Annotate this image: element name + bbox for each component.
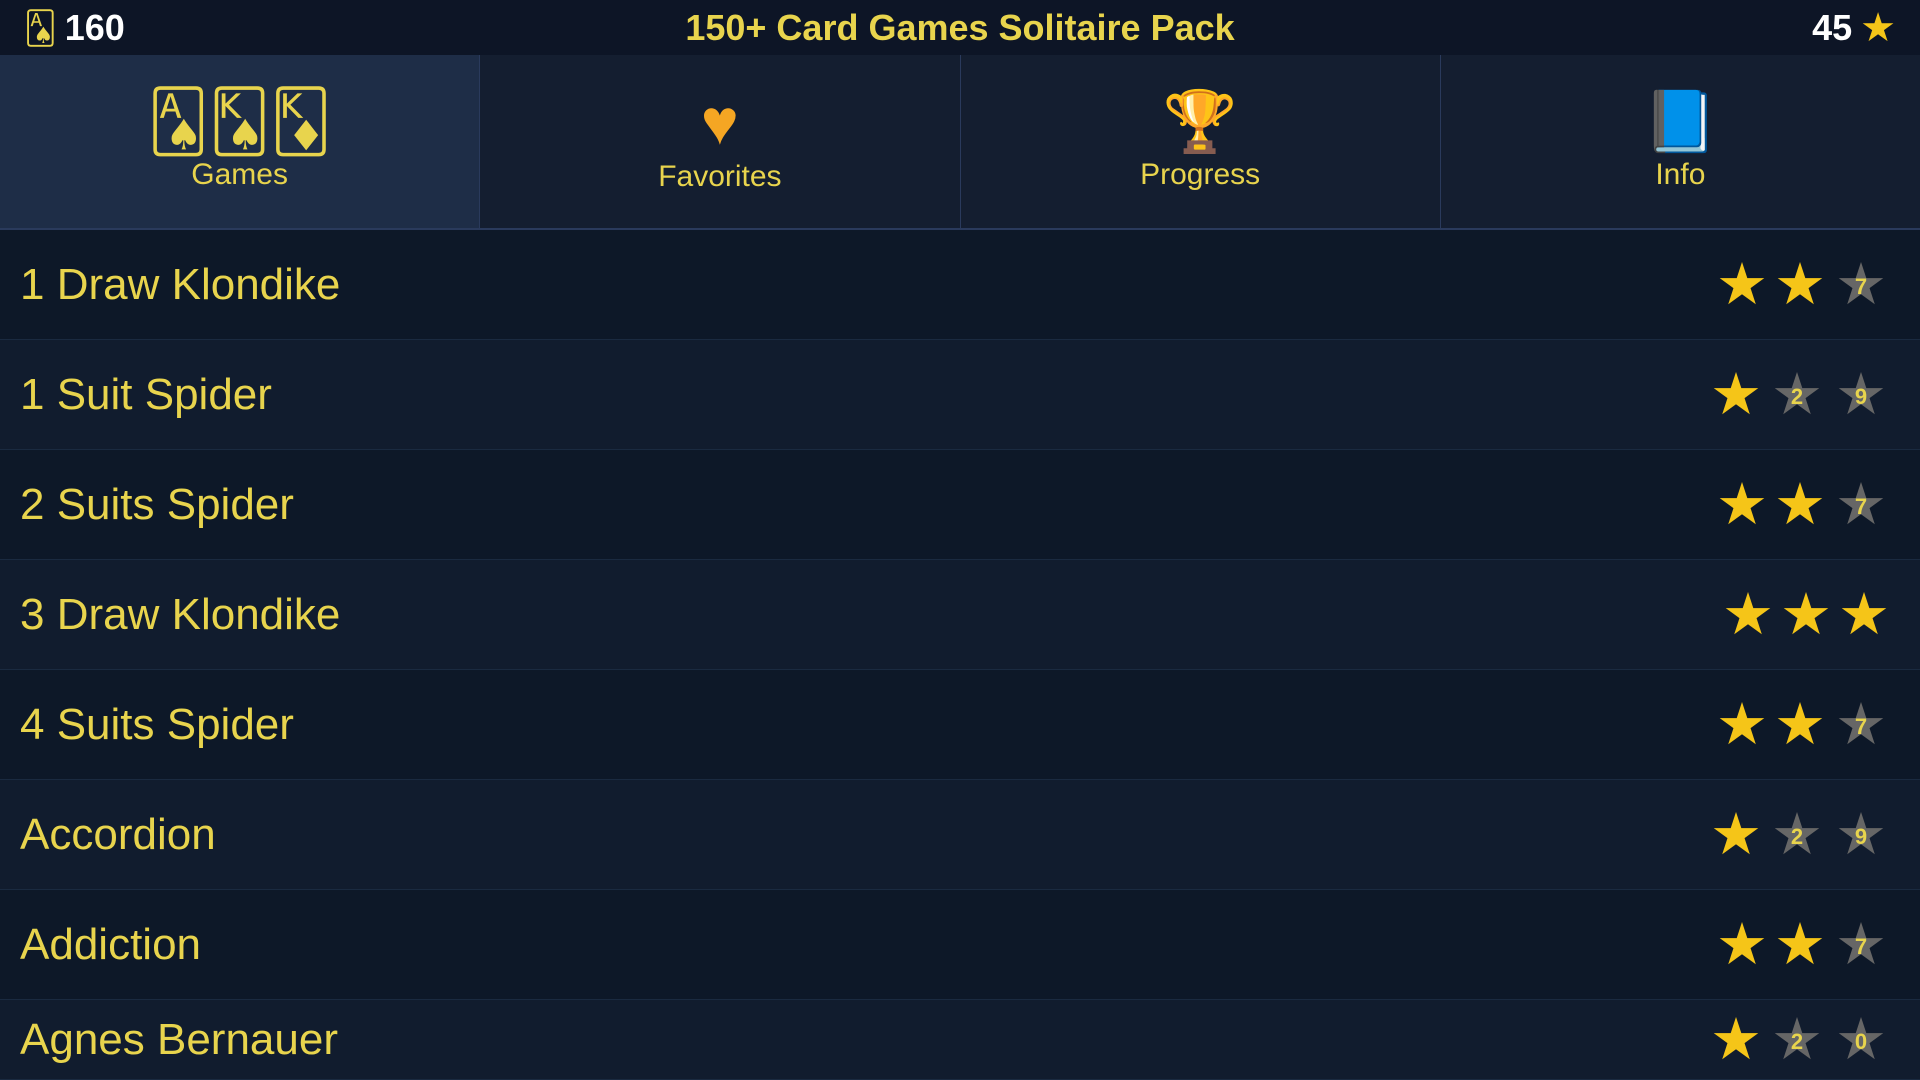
game-name: 1 Suit Spider xyxy=(20,370,272,420)
tab-games[interactable]: 🂡🂮🃎 Games xyxy=(0,55,479,228)
tab-info[interactable]: 📘 Info xyxy=(1440,55,1920,228)
game-name: Agnes Bernauer xyxy=(20,1015,338,1065)
star-3-badge: ★ 7 xyxy=(1832,256,1890,314)
star-3-badge: ★ 9 xyxy=(1832,366,1890,424)
app-title: 150+ Card Games Solitaire Pack xyxy=(184,7,1736,49)
star-3-badge: ★ 9 xyxy=(1832,806,1890,864)
star-2-badge: ★ 2 xyxy=(1768,1011,1826,1069)
table-row[interactable]: 2 Suits Spider ★ ★ ★ 7 xyxy=(0,450,1920,560)
info-tab-label: Info xyxy=(1655,158,1705,192)
game-stars: ★ ★ 2 ★ 9 xyxy=(1710,806,1890,864)
game-stars: ★ ★ 2 ★ 0 xyxy=(1710,1011,1890,1069)
table-row[interactable]: 4 Suits Spider ★ ★ ★ 7 xyxy=(0,670,1920,780)
game-stars: ★ ★ 2 ★ 9 xyxy=(1710,366,1890,424)
tab-progress[interactable]: 🏆 Progress xyxy=(960,55,1440,228)
star-1: ★ xyxy=(1716,916,1768,974)
table-row[interactable]: 1 Draw Klondike ★ ★ ★ 7 xyxy=(0,230,1920,340)
star-3-badge: ★ 0 xyxy=(1832,1011,1890,1069)
game-name: Addiction xyxy=(20,920,201,970)
tab-favorites[interactable]: ♥ Favorites xyxy=(479,55,959,228)
star-2: ★ xyxy=(1774,476,1826,534)
total-stars-count: 45 xyxy=(1812,7,1852,49)
heart-icon: ♥ xyxy=(701,90,739,154)
game-name: 1 Draw Klondike xyxy=(20,260,340,310)
star-2: ★ xyxy=(1774,696,1826,754)
app-container: 🂡 160 150+ Card Games Solitaire Pack 45 … xyxy=(0,0,1920,1080)
star-1: ★ xyxy=(1716,696,1768,754)
game-stars: ★ ★ ★ 7 xyxy=(1716,256,1890,314)
progress-tab-label: Progress xyxy=(1140,158,1260,192)
star-3-badge: ★ 7 xyxy=(1832,476,1890,534)
star-1: ★ xyxy=(1722,586,1774,644)
game-stars: ★ ★ ★ 7 xyxy=(1716,916,1890,974)
game-name: Accordion xyxy=(20,810,216,860)
left-score: 🂡 160 xyxy=(24,7,184,49)
game-stars: ★ ★ ★ xyxy=(1722,586,1890,644)
table-row[interactable]: Agnes Bernauer ★ ★ 2 ★ 0 xyxy=(0,1000,1920,1080)
game-stars: ★ ★ ★ 7 xyxy=(1716,696,1890,754)
table-row[interactable]: Addiction ★ ★ ★ 7 xyxy=(0,890,1920,1000)
star-1: ★ xyxy=(1716,476,1768,534)
star-icon: ★ xyxy=(1860,5,1896,51)
right-stars: 45 ★ xyxy=(1736,5,1896,51)
book-icon: 📘 xyxy=(1643,92,1718,152)
favorites-tab-label: Favorites xyxy=(658,160,781,194)
star-2: ★ xyxy=(1780,586,1832,644)
games-tab-label: Games xyxy=(191,158,288,192)
star-3-badge: ★ 7 xyxy=(1832,916,1890,974)
star-3: ★ xyxy=(1838,586,1890,644)
trophy-icon: 🏆 xyxy=(1163,92,1238,152)
star-2-badge: ★ 2 xyxy=(1768,806,1826,864)
star-2: ★ xyxy=(1774,916,1826,974)
nav-tabs: 🂡🂮🃎 Games ♥ Favorites 🏆 Progress 📘 Info xyxy=(0,55,1920,230)
game-name: 2 Suits Spider xyxy=(20,480,294,530)
game-name: 3 Draw Klondike xyxy=(20,590,340,640)
game-list: 1 Draw Klondike ★ ★ ★ 7 1 Suit Spider ★ … xyxy=(0,230,1920,1080)
table-row[interactable]: Accordion ★ ★ 2 ★ 9 xyxy=(0,780,1920,890)
game-stars: ★ ★ ★ 7 xyxy=(1716,476,1890,534)
game-name: 4 Suits Spider xyxy=(20,700,294,750)
top-bar: 🂡 160 150+ Card Games Solitaire Pack 45 … xyxy=(0,0,1920,55)
star-1: ★ xyxy=(1710,806,1762,864)
star-3-badge: ★ 7 xyxy=(1832,696,1890,754)
star-1: ★ xyxy=(1716,256,1768,314)
star-1: ★ xyxy=(1710,366,1762,424)
star-1: ★ xyxy=(1710,1011,1762,1069)
star-2-badge: ★ 2 xyxy=(1768,366,1826,424)
cards-icon: 🂡 xyxy=(24,9,57,47)
table-row[interactable]: 3 Draw Klondike ★ ★ ★ xyxy=(0,560,1920,670)
score-value: 160 xyxy=(65,7,125,49)
games-tab-icon: 🂡🂮🃎 xyxy=(148,92,332,152)
table-row[interactable]: 1 Suit Spider ★ ★ 2 ★ 9 xyxy=(0,340,1920,450)
star-2: ★ xyxy=(1774,256,1826,314)
